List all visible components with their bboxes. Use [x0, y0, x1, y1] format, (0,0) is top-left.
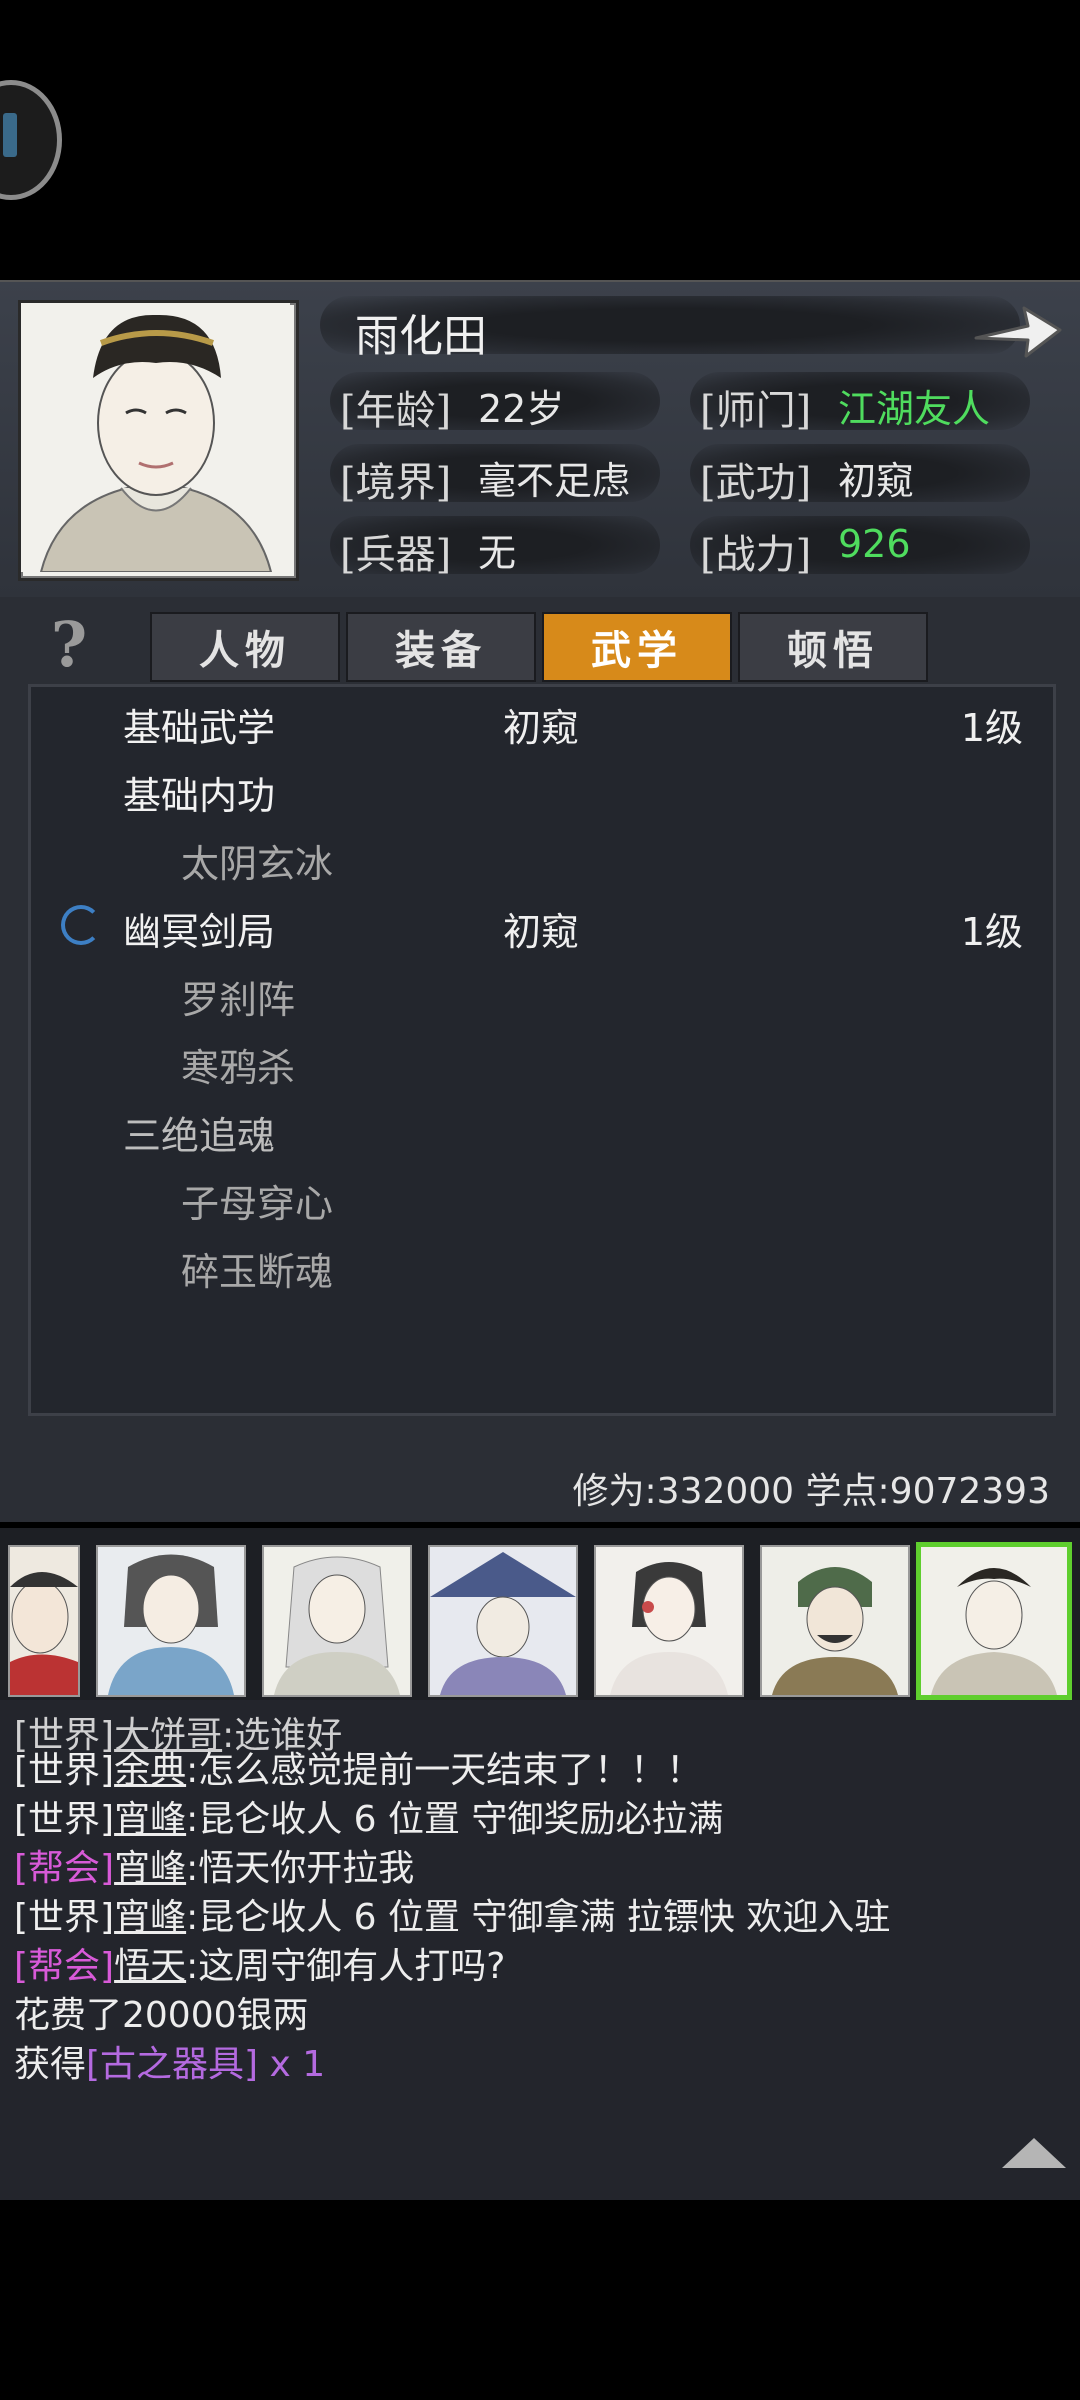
chat-sender[interactable]: 余典 [114, 1750, 186, 1791]
chat-sender[interactable]: 悟天 [114, 1946, 186, 1987]
character-card[interactable] [96, 1545, 246, 1697]
school-label: [师门] [700, 388, 812, 434]
skill-name: 寒鸦杀 [181, 1046, 296, 1090]
chat-channel: [世界] [14, 1897, 115, 1938]
chat-text: :这周守御有人打吗? [186, 1946, 506, 1987]
skill-rank: 初窥 [503, 910, 580, 954]
chat-sender[interactable]: 宵峰 [114, 1848, 186, 1889]
skill-list: 基础武学 初窥 1级 基础内功 太阴玄冰 幽冥剑局 初窥 1级 罗刹阵 寒鸦杀 … [28, 684, 1056, 1416]
chat-message[interactable]: [帮会]宵峰:悟天你开拉我 [14, 1839, 414, 1891]
character-name: 雨化田 [355, 311, 487, 362]
skill-name: 子母穿心 [181, 1182, 334, 1226]
chat-channel: [世界] [14, 1750, 115, 1791]
power-label: [战力] [700, 532, 812, 578]
skill-row[interactable]: 三绝追魂 [31, 1095, 1059, 1161]
help-icon[interactable]: ? [40, 612, 98, 678]
character-card[interactable] [262, 1545, 412, 1697]
menu-toggle-button[interactable] [0, 80, 62, 200]
tab-martial-arts[interactable]: 武学 [542, 612, 732, 682]
skill-name: 幽冥剑局 [123, 910, 276, 954]
skill-row[interactable]: 子母穿心 [31, 1163, 1059, 1229]
character-card-selected[interactable] [916, 1542, 1072, 1700]
skill-row[interactable]: 基础内功 [31, 755, 1059, 821]
character-card[interactable] [594, 1545, 744, 1697]
item-link[interactable]: [古之器具] [86, 2044, 258, 2085]
gain-prefix: 获得 [14, 2044, 87, 2085]
character-portrait [18, 300, 299, 581]
skill-row[interactable]: 碎玉断魂 [31, 1231, 1059, 1297]
skill-row[interactable]: 太阴玄冰 [31, 823, 1059, 889]
martial-label: [武功] [700, 460, 812, 506]
chat-text: :怎么感觉提前一天结束了！！！ [186, 1750, 703, 1791]
skill-name: 碎玉断魂 [181, 1250, 334, 1294]
weapon-value: 无 [478, 531, 517, 575]
skill-name: 基础武学 [123, 706, 276, 750]
skill-name: 太阴玄冰 [181, 842, 334, 886]
character-card[interactable] [760, 1545, 910, 1697]
chat-channel: [帮会] [14, 1848, 115, 1889]
skill-row[interactable]: 寒鸦杀 [31, 1027, 1059, 1093]
age-value: 22岁 [478, 387, 565, 431]
skill-row[interactable]: 基础武学 初窥 1级 [31, 687, 1059, 753]
chat-message[interactable]: [世界]宵峰:昆仑收人 6 位置 守御拿满 拉镖快 欢迎入驻 [14, 1888, 890, 1940]
age-label: [年龄] [340, 388, 452, 434]
realm-label: [境界] [340, 460, 452, 506]
system-message: 花费了20000银两 [14, 1995, 309, 2036]
chat-text: :悟天你开拉我 [186, 1848, 415, 1889]
tab-enlightenment[interactable]: 顿悟 [738, 612, 928, 682]
loading-spinner-icon [61, 905, 101, 945]
martial-value: 初窥 [838, 459, 915, 503]
power-value: 926 [838, 522, 911, 566]
chat-text: :昆仑收人 6 位置 守御拿满 拉镖快 欢迎入驻 [186, 1897, 891, 1938]
bottom-area [0, 2200, 1080, 2400]
weapon-label: [兵器] [340, 532, 452, 578]
skill-level: 1级 [960, 910, 1023, 954]
skill-row[interactable]: 幽冥剑局 初窥 1级 [31, 891, 1059, 957]
arrow-right-icon[interactable] [972, 298, 1064, 364]
chat-sender[interactable]: 宵峰 [114, 1799, 186, 1840]
skill-row[interactable]: 罗刹阵 [31, 959, 1059, 1025]
skill-name: 罗刹阵 [181, 978, 296, 1022]
chat-message[interactable]: [世界]余典:怎么感觉提前一天结束了！！！ [14, 1741, 702, 1793]
chat-message[interactable]: [世界]宵峰:昆仑收人 6 位置 守御奖励必拉满 [14, 1790, 723, 1842]
skill-name: 基础内功 [123, 774, 276, 818]
skill-rank: 初窥 [503, 706, 580, 750]
school-value: 江湖友人 [838, 387, 991, 431]
skill-level: 1级 [960, 706, 1023, 750]
chat-channel: [帮会] [14, 1946, 115, 1987]
chat-sender[interactable]: 宵峰 [114, 1897, 186, 1938]
cultivation-stats: 修为:332000 学点:9072393 [572, 1471, 1050, 1512]
tab-equipment[interactable]: 装备 [346, 612, 536, 682]
character-card[interactable] [428, 1545, 578, 1697]
item-count: x 1 [258, 2044, 326, 2085]
character-card[interactable] [8, 1545, 80, 1697]
chat-text: :昆仑收人 6 位置 守御奖励必拉满 [186, 1799, 724, 1840]
chat-message[interactable]: [帮会]悟天:这周守御有人打吗? [14, 1937, 505, 1989]
chat-channel: [世界] [14, 1799, 115, 1840]
scroll-up-icon[interactable] [1002, 2138, 1066, 2168]
system-message: 获得[古之器具] x 1 [14, 2035, 325, 2087]
skill-name: 三绝追魂 [123, 1114, 276, 1158]
tab-character[interactable]: 人物 [150, 612, 340, 682]
realm-value: 毫不足虑 [478, 459, 631, 503]
